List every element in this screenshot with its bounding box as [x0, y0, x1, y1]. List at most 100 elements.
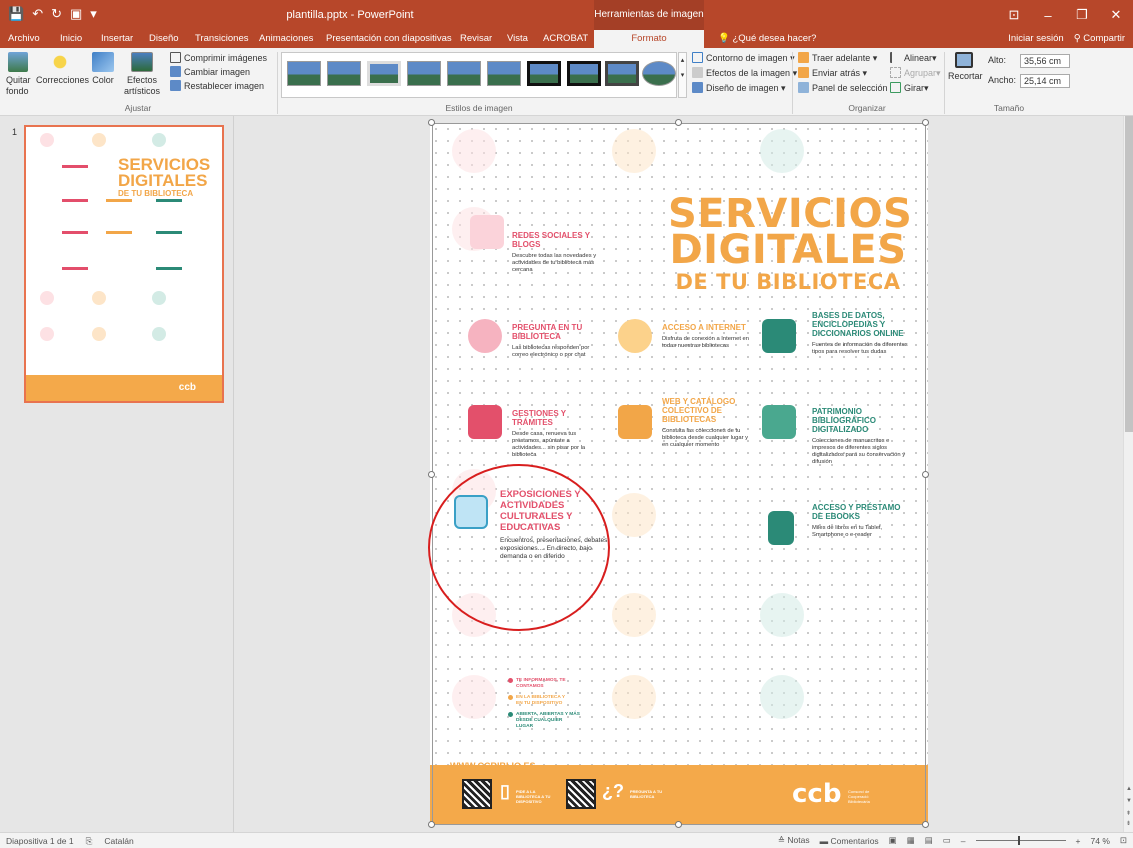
selection-pane-label: Panel de selección — [812, 83, 888, 93]
resize-handle-right[interactable] — [922, 471, 929, 478]
tab-archivo[interactable]: Archivo — [8, 33, 40, 44]
tab-acrobat[interactable]: ACROBAT — [543, 33, 588, 44]
picture-style-3[interactable] — [367, 61, 401, 86]
sign-in-link[interactable]: Iniciar sesión — [1008, 33, 1063, 44]
picture-layout-button[interactable]: Diseño de imagen ▾ — [692, 82, 786, 94]
compress-pictures-button[interactable]: Comprimir imágenes — [170, 52, 267, 64]
tab-revisar[interactable]: Revisar — [460, 33, 492, 44]
send-backward-icon — [798, 67, 809, 78]
corrections-label: Correcciones — [36, 75, 90, 85]
comments-button[interactable]: ▬ Comentarios — [820, 836, 879, 846]
notes-button[interactable]: ≙ Notas — [778, 835, 810, 846]
scroll-down-icon[interactable]: ▼ — [1126, 798, 1132, 804]
picture-style-1[interactable] — [287, 61, 321, 86]
picture-style-7[interactable] — [527, 61, 561, 86]
resize-handle-tl[interactable] — [428, 119, 435, 126]
rotate-button[interactable]: Girar▾ — [890, 82, 929, 94]
corrections-button[interactable]: Correcciones — [36, 52, 89, 86]
compress-label: Comprimir imágenes — [184, 53, 268, 63]
slideshow-icon[interactable]: ▭ — [943, 835, 951, 846]
align-button[interactable]: Alinear▾ — [890, 52, 937, 64]
width-input[interactable]: 25,14 cm — [1020, 74, 1070, 88]
title-bar: 💾 ↶ ↻ ▣ ▾ plantilla.pptx - PowerPoint He… — [0, 0, 1133, 30]
bring-forward-button[interactable]: Traer adelante ▾ — [798, 52, 877, 64]
slide-thumbnail[interactable]: SERVICIOS DIGITALES DE TU BIBLIOTECA ccb — [24, 125, 224, 403]
tab-transiciones[interactable]: Transiciones — [195, 33, 249, 44]
scroll-up-icon[interactable]: ▲ — [1126, 786, 1132, 792]
tab-vista[interactable]: Vista — [507, 33, 528, 44]
picture-effects-label: Efectos de la imagen — [706, 68, 791, 78]
crop-button[interactable]: Recortar — [948, 52, 983, 82]
picture-border-button[interactable]: Contorno de imagen ▾ — [692, 52, 795, 64]
slide-number: 1 — [12, 127, 18, 137]
reset-picture-icon — [170, 80, 181, 91]
zoom-in-icon[interactable]: + — [1076, 836, 1081, 846]
resize-handle-top[interactable] — [675, 119, 682, 126]
picture-styles-gallery — [281, 52, 677, 98]
picture-style-4[interactable] — [407, 61, 441, 86]
remove-background-button[interactable]: Quitar fondo — [6, 52, 31, 97]
gallery-scroll[interactable]: ▴ ▾ — [678, 52, 687, 98]
picture-style-2[interactable] — [327, 61, 361, 86]
spellcheck-icon[interactable]: ⎘ — [86, 836, 93, 847]
reading-view-icon[interactable]: ▤ — [925, 835, 933, 846]
group-label-organizar: Organizar — [848, 103, 886, 113]
thumbnail-logo: ccb — [178, 382, 196, 393]
resize-handle-bottom[interactable] — [675, 821, 682, 828]
tab-presentacion[interactable]: Presentación con diapositivas — [326, 33, 452, 44]
tab-formato[interactable]: Formato — [594, 30, 704, 48]
ribbon-tabs: Archivo Inicio Insertar Diseño Transicio… — [0, 30, 1133, 48]
slide-count: Diapositiva 1 de 1 — [6, 836, 74, 846]
change-picture-button[interactable]: Cambiar imagen — [170, 66, 250, 78]
reset-picture-label: Restablecer imagen — [184, 81, 265, 91]
zoom-out-icon[interactable]: – — [961, 836, 966, 846]
comments-label: Comentarios — [830, 835, 879, 846]
picture-style-5[interactable] — [447, 61, 481, 86]
artistic-effects-button[interactable]: Efectos artísticos — [121, 52, 163, 97]
group-label-ajustar: Ajustar — [124, 103, 152, 113]
vertical-scrollbar[interactable]: ▲ ▼ ⇞ ⇟ — [1123, 116, 1133, 832]
language-indicator[interactable]: Catalán — [104, 836, 133, 847]
color-button[interactable]: Color — [90, 52, 116, 86]
resize-handle-tr[interactable] — [922, 119, 929, 126]
close-icon[interactable]: ✕ — [1099, 0, 1133, 30]
selection-pane-button[interactable]: Panel de selección — [798, 82, 888, 94]
resize-handle-bl[interactable] — [428, 821, 435, 828]
next-slide-icon[interactable]: ⇟ — [1126, 820, 1131, 827]
height-input[interactable]: 35,56 cm — [1020, 54, 1070, 68]
zoom-slider[interactable] — [975, 836, 1066, 845]
group-label-estilos: Estilos de imagen — [445, 103, 513, 113]
prev-slide-icon[interactable]: ⇞ — [1126, 810, 1131, 817]
tab-inicio[interactable]: Inicio — [60, 33, 82, 44]
scrollbar-thumb[interactable] — [1125, 116, 1133, 432]
resize-handle-left[interactable] — [428, 471, 435, 478]
fit-to-window-icon[interactable]: ⊡ — [1120, 835, 1127, 846]
send-backward-button[interactable]: Enviar atrás ▾ — [798, 67, 867, 79]
picture-effects-button[interactable]: Efectos de la imagen ▾ — [692, 67, 797, 79]
picture-style-6[interactable] — [487, 61, 521, 86]
change-picture-label: Cambiar imagen — [184, 67, 251, 77]
slide-sorter-icon[interactable]: ▦ — [907, 835, 915, 846]
status-bar: Diapositiva 1 de 1 ⎘ Catalán ≙ Notas ▬ C… — [0, 832, 1133, 848]
resize-handle-br[interactable] — [922, 821, 929, 828]
tell-me-text: ¿Qué desea hacer? — [732, 33, 817, 44]
lightbulb-icon: 💡 — [718, 33, 733, 44]
align-label: Alinear — [904, 53, 933, 63]
picture-style-8[interactable] — [567, 61, 601, 86]
picture-style-9[interactable] — [605, 61, 639, 86]
zoom-level[interactable]: 74 % — [1091, 836, 1110, 846]
reset-picture-button[interactable]: Restablecer imagen — [170, 80, 264, 92]
group-icon — [890, 67, 901, 78]
share-button[interactable]: ⚲ Compartir — [1074, 33, 1125, 44]
minimize-icon[interactable]: – — [1031, 0, 1065, 30]
group-button[interactable]: Agrupar▾ — [890, 67, 941, 79]
maximize-icon[interactable]: ❐ — [1065, 0, 1099, 30]
tab-diseno[interactable]: Diseño — [149, 33, 179, 44]
picture-style-10[interactable] — [642, 61, 676, 86]
group-label: Agrupar — [904, 68, 937, 78]
tab-animaciones[interactable]: Animaciones — [259, 33, 313, 44]
normal-view-icon[interactable]: ▣ — [889, 835, 897, 846]
ribbon-display-options-icon[interactable]: ⊡ — [997, 0, 1031, 30]
tell-me-box[interactable]: 💡 ¿Qué desea hacer? — [718, 33, 816, 44]
tab-insertar[interactable]: Insertar — [101, 33, 133, 44]
